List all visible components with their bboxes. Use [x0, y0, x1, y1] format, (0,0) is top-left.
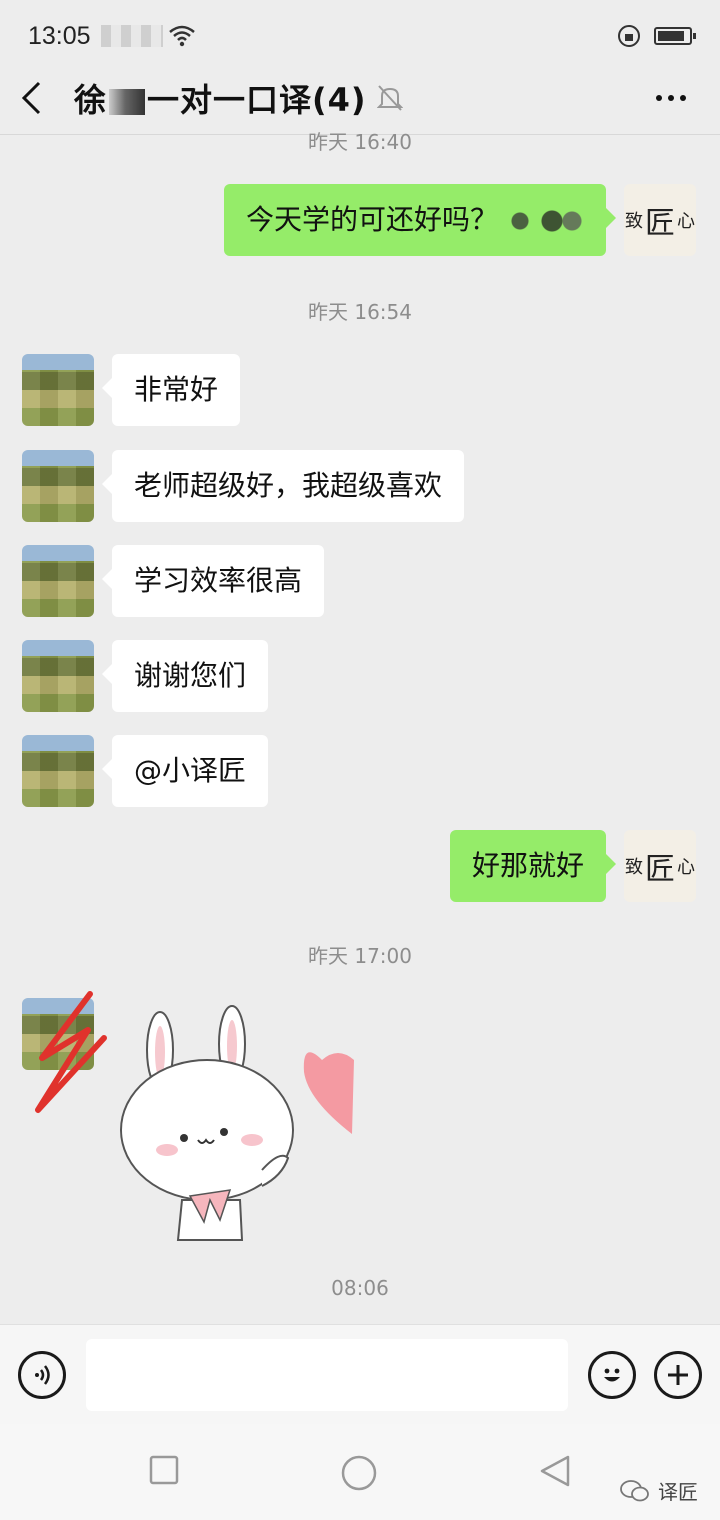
timestamp: 昨天 17:00: [308, 944, 412, 968]
avatar-contact[interactable]: [22, 640, 94, 712]
message-text: 非常好: [134, 373, 219, 406]
timestamp: 昨天 16:40: [308, 130, 412, 154]
chat-title-suffix: 一对一口译(4): [147, 81, 367, 119]
watermark: 译匠: [620, 1476, 698, 1505]
mute-bell-icon: [376, 85, 403, 111]
system-nav-bar: [0, 1424, 720, 1520]
timestamp: 昨天 16:54: [308, 300, 412, 324]
message-row-sent: 好那就好 致匠心: [449, 830, 696, 902]
message-bubble[interactable]: 学习效率很高: [101, 545, 325, 617]
message-text: 今天学的可还好吗？: [245, 203, 498, 236]
message-row-received: 老师超级好，我超级喜欢: [22, 450, 465, 522]
message-input[interactable]: [86, 1338, 568, 1411]
scribble-mark: [35, 991, 107, 1113]
message-row-received: 谢谢您们: [22, 640, 269, 712]
message-text: 谢谢您们: [134, 659, 247, 692]
message-text: 好那就好: [471, 849, 584, 882]
rotation-lock-icon: [618, 25, 640, 47]
watermark-label: 译匠: [658, 1480, 698, 1504]
redacted-emoji: [504, 206, 584, 236]
redacted-name: [109, 89, 146, 115]
voice-input-icon[interactable]: [18, 1350, 66, 1399]
status-time: 13:05: [28, 21, 91, 50]
message-text: 学习效率很高: [134, 564, 303, 597]
home-icon[interactable]: [340, 1454, 378, 1492]
message-row-sent: 今天学的可还好吗？ 致匠心: [223, 184, 696, 256]
back-nav-icon[interactable]: [538, 1454, 572, 1488]
avatar-contact[interactable]: [22, 450, 94, 522]
recents-icon[interactable]: [148, 1454, 180, 1486]
bunny-sticker[interactable]: [112, 1000, 362, 1250]
message-text: 老师超级好，我超级喜欢: [134, 469, 443, 502]
wechat-logo-icon: [620, 1479, 649, 1501]
message-bubble[interactable]: 非常好: [101, 354, 241, 426]
message-bubble[interactable]: 好那就好: [449, 830, 617, 902]
add-attachment-icon[interactable]: [654, 1350, 702, 1399]
message-bubble[interactable]: 今天学的可还好吗？: [223, 184, 617, 256]
more-options-icon[interactable]: [656, 95, 686, 101]
wifi-icon: [168, 25, 195, 47]
emoji-icon[interactable]: [588, 1350, 636, 1399]
avatar-contact[interactable]: [22, 545, 94, 617]
signal-icon: [100, 25, 163, 47]
message-text: @小译匠: [134, 754, 247, 787]
battery-icon: [654, 27, 696, 45]
message-row-received: @小译匠: [22, 735, 269, 807]
chat-title: 徐 一对一口译(4): [74, 75, 367, 121]
avatar-self[interactable]: 致匠心: [624, 184, 696, 256]
message-row-received: 非常好: [22, 354, 241, 426]
message-bubble[interactable]: 老师超级好，我超级喜欢: [101, 450, 465, 522]
timestamp: 08:06: [331, 1276, 389, 1300]
back-icon[interactable]: [20, 74, 56, 122]
avatar-self[interactable]: 致匠心: [624, 830, 696, 902]
message-bubble[interactable]: 谢谢您们: [101, 640, 269, 712]
chat-title-prefix: 徐: [74, 81, 108, 119]
chat-header: 徐 一对一口译(4): [0, 62, 720, 134]
avatar-contact[interactable]: [22, 735, 94, 807]
avatar-contact[interactable]: [22, 354, 94, 426]
input-bar: [0, 1324, 720, 1424]
message-bubble[interactable]: @小译匠: [101, 735, 269, 807]
message-row-received: 学习效率很高: [22, 545, 325, 617]
